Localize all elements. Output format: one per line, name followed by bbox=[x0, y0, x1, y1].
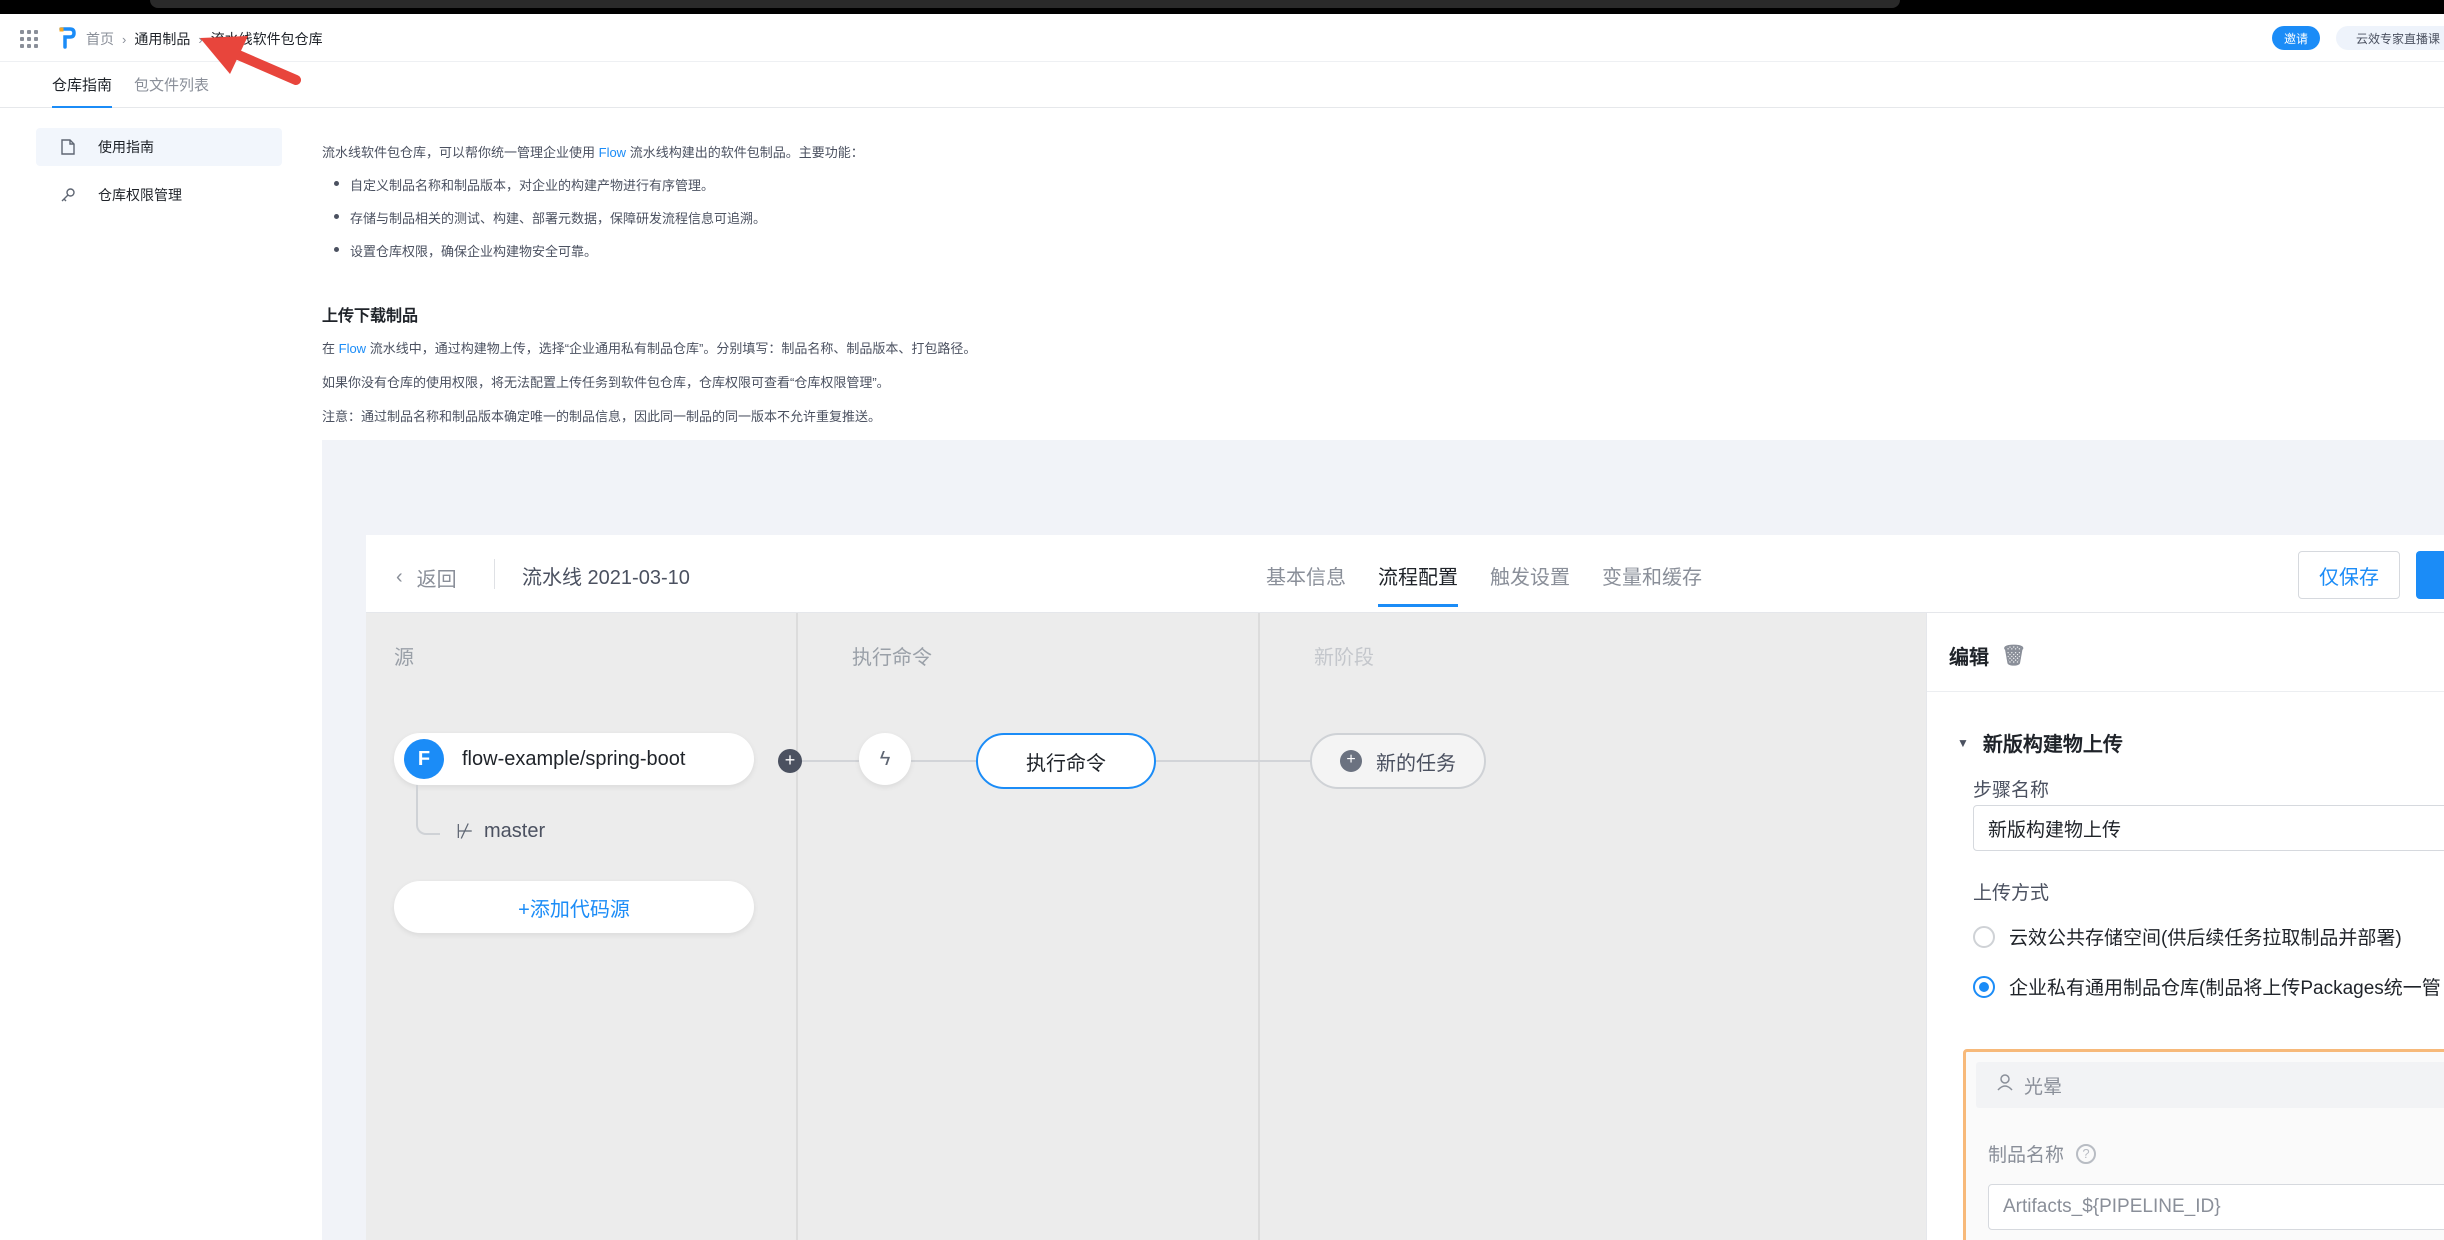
chevron-left-icon: ‹ bbox=[396, 566, 403, 588]
edit-panel: 编辑 🗑 ▼ 新版构建物上传 步骤名称 新版构建物上传 上传方式 云效公共存储空… bbox=[1926, 613, 2444, 1240]
expert-live-button[interactable]: 云效专家直播课 bbox=[2336, 26, 2444, 50]
guide-paragraph: 如果你没有仓库的使用权限，将无法配置上传任务到软件包仓库，仓库权限可查看“仓库权… bbox=[322, 375, 890, 390]
source-repo-card[interactable]: F flow-example/spring-boot bbox=[394, 733, 754, 785]
radio-public-storage[interactable]: 云效公共存储空间(供后续任务拉取制品并部署) bbox=[1973, 923, 2402, 950]
guide-paragraph: 在 Flow 流水线中，通过构建物上传，选择“企业通用私有制品仓库”。分别填写：… bbox=[322, 341, 977, 356]
key-icon bbox=[60, 187, 76, 203]
tab-flow-config[interactable]: 流程配置 bbox=[1378, 561, 1458, 607]
breadcrumb-home[interactable]: 首页 bbox=[86, 29, 114, 49]
tab-basic-info[interactable]: 基本信息 bbox=[1266, 561, 1346, 590]
stage-title-source: 源 bbox=[394, 647, 414, 669]
apps-grid-icon[interactable] bbox=[20, 30, 38, 48]
lightning-icon[interactable]: ϟ bbox=[859, 733, 911, 785]
flow-link[interactable]: Flow bbox=[599, 145, 626, 160]
section-title-upload-download: 上传下载制品 bbox=[322, 308, 419, 325]
connector-line bbox=[802, 760, 859, 762]
sidebar-item-label: 仓库权限管理 bbox=[98, 187, 182, 203]
chevron-right-icon: › bbox=[122, 31, 127, 47]
plus-circle-icon: + bbox=[1340, 750, 1362, 772]
help-icon[interactable]: ? bbox=[2076, 1143, 2097, 1164]
upload-section-header[interactable]: ▼ 新版构建物上传 bbox=[1957, 728, 2123, 757]
save-and-run-button[interactable] bbox=[2416, 551, 2444, 599]
breadcrumb-generic-artifacts[interactable]: 通用制品 bbox=[134, 29, 190, 49]
flow-logo-icon: F bbox=[404, 739, 444, 779]
owner-row: 光晕 bbox=[1976, 1062, 2444, 1108]
upload-method-label: 上传方式 bbox=[1973, 883, 2050, 904]
pipeline-title: 流水线 2021-03-10 bbox=[522, 567, 690, 589]
radio-button-selected bbox=[1973, 975, 1995, 998]
artifact-name-label: 制品名称 ? bbox=[1988, 1140, 2097, 1167]
save-only-button[interactable]: 仅保存 bbox=[2298, 551, 2400, 599]
radio-button bbox=[1973, 925, 1995, 948]
caret-down-icon: ▼ bbox=[1957, 735, 1969, 750]
stage-title-command: 执行命令 bbox=[852, 647, 932, 669]
guide-bullet: 设置仓库权限，确保企业构建物安全可靠。 bbox=[333, 241, 597, 260]
step-name-input[interactable]: 新版构建物上传 bbox=[1973, 805, 2444, 851]
tab-variables-cache[interactable]: 变量和缓存 bbox=[1602, 561, 1702, 590]
trash-icon[interactable]: 🗑 bbox=[2001, 643, 2026, 668]
new-task-button[interactable]: + 新的任务 bbox=[1310, 733, 1486, 789]
execute-command-node[interactable]: 执行命令 bbox=[976, 733, 1156, 789]
stage-divider bbox=[796, 613, 798, 1240]
guide-bullet: 存储与制品相关的测试、构建、部署元数据，保障研发流程信息可追溯。 bbox=[333, 208, 766, 227]
browser-chrome bbox=[150, 0, 1900, 8]
branch-connector bbox=[416, 785, 440, 835]
source-repo-name: flow-example/spring-boot bbox=[462, 747, 686, 770]
tab-repo-guide[interactable]: 仓库指南 bbox=[52, 74, 113, 108]
stage-divider bbox=[1258, 613, 1260, 1240]
stage-title-new[interactable]: 新阶段 bbox=[1314, 641, 1374, 670]
document-icon bbox=[60, 139, 76, 155]
git-branch-icon: ⊬ bbox=[456, 821, 474, 843]
pipeline-canvas: 源 执行命令 新阶段 F flow-example/spring-boot ⊬ … bbox=[366, 613, 1926, 1240]
tab-package-list[interactable]: 包文件列表 bbox=[134, 74, 209, 108]
product-logo-icon[interactable] bbox=[58, 27, 76, 49]
invite-button[interactable]: 邀请 bbox=[2272, 26, 2320, 50]
sidebar-item-repo-permissions[interactable]: 仓库权限管理 bbox=[36, 176, 282, 214]
back-button[interactable]: ‹ 返回 bbox=[396, 563, 457, 592]
guide-bullet: 自定义制品名称和制品版本，对企业的构建产物进行有序管理。 bbox=[333, 175, 714, 194]
app-header: 首页 › 通用制品 › 流水线软件包仓库 邀请 云效专家直播课 bbox=[0, 14, 2444, 62]
divider bbox=[494, 559, 495, 589]
guide-note: 注意：通过制品名称和制品版本确定唯一的制品信息，因此同一制品的同一版本不允许重复… bbox=[322, 409, 882, 424]
connector-line bbox=[911, 760, 976, 762]
sidebar-item-usage-guide[interactable]: 使用指南 bbox=[36, 128, 282, 166]
sidebar-item-label: 使用指南 bbox=[98, 139, 154, 155]
add-source-button[interactable]: +添加代码源 bbox=[394, 881, 754, 933]
step-name-label: 步骤名称 bbox=[1973, 780, 2050, 801]
guide-intro: 流水线软件包仓库，可以帮你统一管理企业使用 Flow 流水线构建出的软件包制品。… bbox=[322, 145, 864, 160]
branch-label: ⊬ master bbox=[456, 820, 546, 843]
add-stage-plus-icon[interactable]: + bbox=[778, 749, 802, 773]
repo-tabs: 仓库指南 包文件列表 bbox=[0, 62, 2444, 108]
connector-line bbox=[1156, 760, 1310, 762]
edit-panel-title: 编辑 🗑 bbox=[1949, 643, 2027, 669]
user-icon bbox=[1996, 1073, 2014, 1097]
pipeline-editor-header: ‹ 返回 流水线 2021-03-10 基本信息 流程配置 触发设置 变量和缓存 … bbox=[366, 535, 2444, 613]
flow-link[interactable]: Flow bbox=[339, 341, 366, 356]
embedded-screenshot: ‹ 返回 流水线 2021-03-10 基本信息 流程配置 触发设置 变量和缓存 … bbox=[322, 440, 2444, 1240]
artifact-config-box: 光晕 制品名称 ? Artifacts_${PIPELINE_ID} bbox=[1963, 1049, 2444, 1240]
os-top-bar bbox=[0, 0, 2444, 14]
radio-private-repo[interactable]: 企业私有通用制品仓库(制品将上传Packages统一管 bbox=[1973, 973, 2441, 1000]
divider bbox=[1927, 691, 2444, 692]
tab-trigger-settings[interactable]: 触发设置 bbox=[1490, 561, 1570, 590]
artifact-name-input[interactable]: Artifacts_${PIPELINE_ID} bbox=[1988, 1184, 2444, 1230]
